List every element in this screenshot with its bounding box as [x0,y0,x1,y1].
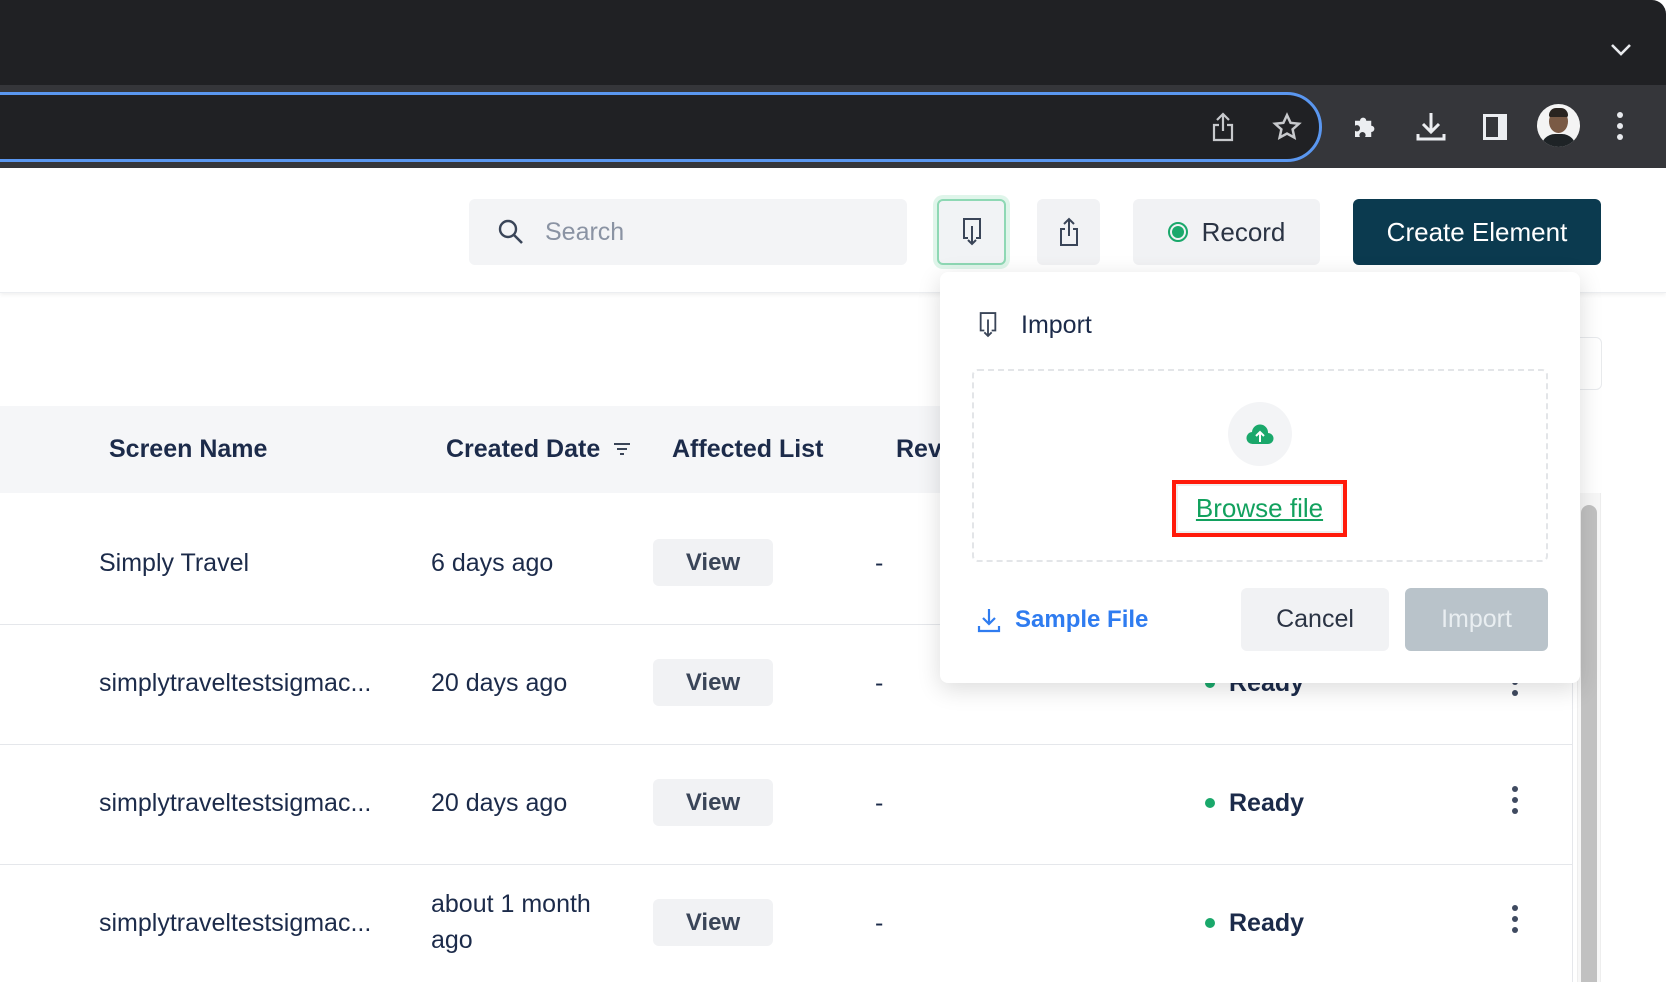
screen-name[interactable]: simplytraveltestsigmac... [99,903,371,943]
export-button[interactable] [1037,199,1100,265]
view-button[interactable]: View [653,659,773,706]
browse-file-link[interactable]: Browse file [1196,493,1323,524]
status-badge: Ready [1205,903,1304,943]
address-bar[interactable] [0,92,1322,162]
column-screen-name[interactable]: Screen Name [109,406,267,493]
sample-file-link[interactable]: Sample File [977,600,1148,640]
record-label: Record [1201,216,1286,247]
sort-filter-icon[interactable] [612,441,632,459]
status-dot-icon [1205,798,1215,808]
rev-value: - [875,548,884,577]
column-rev[interactable]: Rev [896,406,942,493]
file-drop-zone[interactable]: Browse file [972,369,1548,562]
screen-name[interactable]: simplytraveltestsigmac... [99,783,371,823]
view-button[interactable]: View [653,539,773,586]
profile-avatar[interactable] [1537,104,1580,147]
rev-value: - [875,908,884,937]
record-dot-icon [1167,222,1188,242]
created-date: about 1 month ago [431,890,591,954]
rev-value: - [875,788,884,817]
column-affected-list[interactable]: Affected List [672,406,823,493]
row-menu-kebab-icon[interactable] [1512,786,1518,814]
downloads-icon[interactable] [1413,108,1449,144]
row-menu-kebab-icon[interactable] [1512,905,1518,933]
search-placeholder: Search [545,217,625,246]
download-icon [977,609,1001,633]
search-input[interactable]: Search [469,199,907,265]
record-button[interactable]: Record [1133,199,1320,265]
upload-cloud-icon [1228,402,1292,466]
popup-header: Import [977,310,1092,340]
import-popover: Import Browse file Sample File Cancel Im… [940,272,1580,683]
column-created-date[interactable]: Created Date [446,406,632,493]
browser-tab-bar [0,0,1666,85]
created-date: 20 days ago [431,788,568,817]
import-icon [979,312,997,338]
menu-kebab-icon[interactable] [1617,112,1623,140]
extensions-puzzle-icon[interactable] [1348,110,1382,144]
search-icon [498,219,523,244]
share-icon[interactable] [1207,110,1239,144]
import-icon [962,218,981,246]
view-button[interactable]: View [653,899,773,946]
cancel-button[interactable]: Cancel [1241,588,1389,651]
create-element-button[interactable]: Create Element [1353,199,1601,265]
screen-name[interactable]: simplytraveltestsigmac... [99,663,371,703]
import-button[interactable] [937,199,1006,265]
view-button[interactable]: View [653,779,773,826]
status-dot-icon [1205,918,1215,928]
screen-name[interactable]: Simply Travel [99,543,249,583]
created-date: 6 days ago [431,548,554,577]
status-badge: Ready [1205,783,1304,823]
side-panel-icon[interactable] [1478,110,1512,144]
status-label: Ready [1229,788,1305,817]
status-label: Ready [1229,908,1305,937]
rev-value: - [875,668,884,697]
sample-file-label: Sample File [1015,606,1149,633]
export-icon [1059,217,1078,246]
popup-title: Import [1021,310,1092,339]
tab-list-chevron-icon[interactable] [1606,35,1636,65]
import-submit-button[interactable]: Import [1405,588,1548,651]
bookmark-star-icon[interactable] [1270,110,1304,144]
created-date: 20 days ago [431,668,568,697]
highlight-box: Browse file [1172,480,1347,537]
column-created-date-label: Created Date [446,435,601,463]
scrollbar-thumb[interactable] [1581,505,1597,982]
